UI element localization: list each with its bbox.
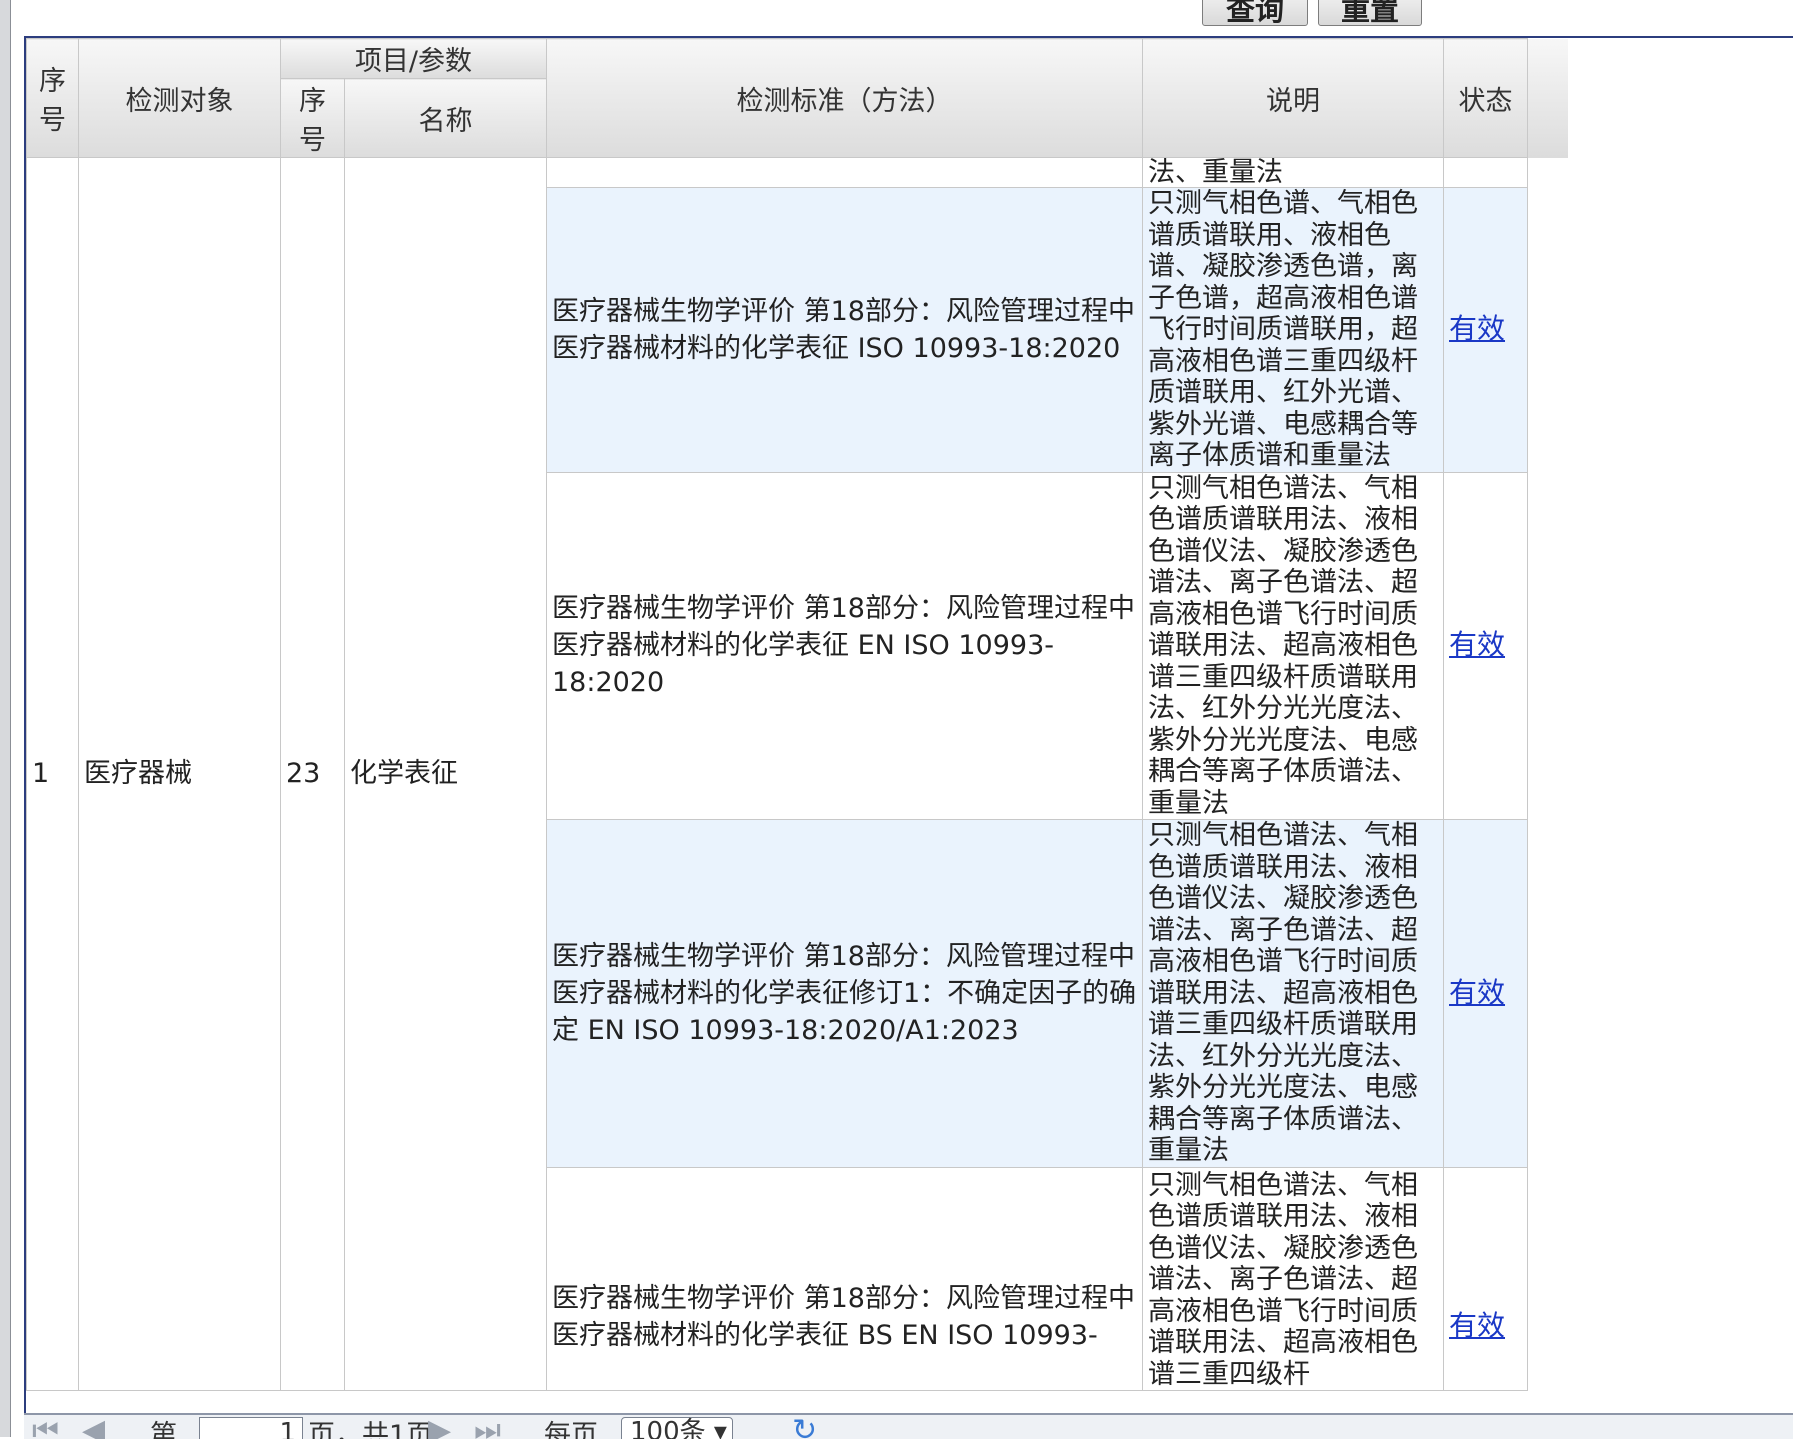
status-link[interactable]: 有效 xyxy=(1449,628,1505,661)
note-cell: 只测气相色谱法、气相色谱质谱联用法、液相色谱仪法、凝胶渗透色谱法、离子色谱法、超… xyxy=(1142,819,1444,1168)
note-cell: 只测气相色谱法、气相色谱质谱联用法、液相色谱仪法、凝胶渗透色谱法、离子色谱法、超… xyxy=(1142,1166,1444,1391)
header-index: 序号 xyxy=(26,38,79,158)
header-param-name: 名称 xyxy=(344,78,547,158)
per-page-label: 每页 xyxy=(544,1420,598,1439)
header-object: 检测对象 xyxy=(78,38,281,158)
pagination-bar: ⏮ ◀ 第 1 页，共1页 ▶ ⏭ 每页 100条 ▾ ↻ xyxy=(24,1413,1793,1439)
status-cell xyxy=(1443,157,1528,188)
standard-cell xyxy=(546,157,1143,188)
header-status: 状态 xyxy=(1443,38,1528,158)
header-param-group: 项目/参数 xyxy=(280,38,547,79)
refresh-icon[interactable]: ↻ xyxy=(792,1415,817,1439)
page-total-label: 页，共1页 xyxy=(308,1420,434,1439)
status-cell: 有效 xyxy=(1443,187,1528,473)
table-row: 1 医疗器械 23 化学表征 法、重量法 xyxy=(26,157,1568,1391)
status-link[interactable]: 有效 xyxy=(1449,976,1505,1009)
first-page-icon[interactable]: ⏮ xyxy=(32,1415,59,1439)
group-index-cell: 1 xyxy=(26,157,79,1391)
query-button[interactable]: 查询 xyxy=(1202,0,1308,27)
standard-cell: 医疗器械生物学评价 第18部分：风险管理过程中医疗器械材料的化学表征修订1：不确… xyxy=(546,819,1143,1168)
per-page-value: 100条 xyxy=(630,1417,706,1439)
next-page-icon[interactable]: ▶ xyxy=(428,1415,451,1439)
search-toolbar: 查询 重置 xyxy=(24,0,1793,38)
standard-cell: 医疗器械生物学评价 第18部分：风险管理过程中医疗器械材料的化学表征 ISO 1… xyxy=(546,187,1143,473)
header-standard: 检测标准（方法） xyxy=(546,38,1143,158)
note-cell: 法、重量法 xyxy=(1142,157,1444,188)
prev-page-icon[interactable]: ◀ xyxy=(82,1415,105,1439)
header-param-index: 序号 xyxy=(280,78,345,158)
window-left-edge xyxy=(0,0,11,1437)
group-param-name-cell: 化学表征 xyxy=(344,157,547,1391)
page-prefix-label: 第 xyxy=(150,1420,177,1439)
note-cell: 只测气相色谱法、气相色谱质谱联用法、液相色谱仪法、凝胶渗透色谱法、离子色谱法、超… xyxy=(1142,471,1444,820)
status-link[interactable]: 有效 xyxy=(1449,312,1505,345)
status-link[interactable]: 有效 xyxy=(1449,1309,1505,1342)
per-page-select[interactable]: 100条 ▾ xyxy=(621,1417,733,1439)
last-page-icon[interactable]: ⏭ xyxy=(474,1415,501,1439)
reset-button[interactable]: 重置 xyxy=(1318,0,1422,27)
header-note: 说明 xyxy=(1142,38,1444,158)
note-cell: 只测气相色谱、气相色谱质谱联用、液相色谱、凝胶渗透色谱，离子色谱，超高液相色谱飞… xyxy=(1142,187,1444,473)
page-number-input[interactable]: 1 xyxy=(199,1417,303,1439)
standard-cell: 医疗器械生物学评价 第18部分：风险管理过程中医疗器械材料的化学表征 BS EN… xyxy=(546,1166,1143,1391)
standard-cell: 医疗器械生物学评价 第18部分：风险管理过程中医疗器械材料的化学表征 EN IS… xyxy=(546,471,1143,820)
group-param-index-cell: 23 xyxy=(280,157,345,1391)
group-object-cell: 医疗器械 xyxy=(78,157,281,1391)
status-cell: 有效 xyxy=(1443,1166,1528,1391)
standards-table: 序号 检测对象 项目/参数 检测标准（方法） 说明 状态 序号 名称 1 医疗器… xyxy=(26,38,1568,1391)
header-filler xyxy=(1527,38,1568,158)
status-cell: 有效 xyxy=(1443,471,1528,820)
status-cell: 有效 xyxy=(1443,819,1528,1168)
